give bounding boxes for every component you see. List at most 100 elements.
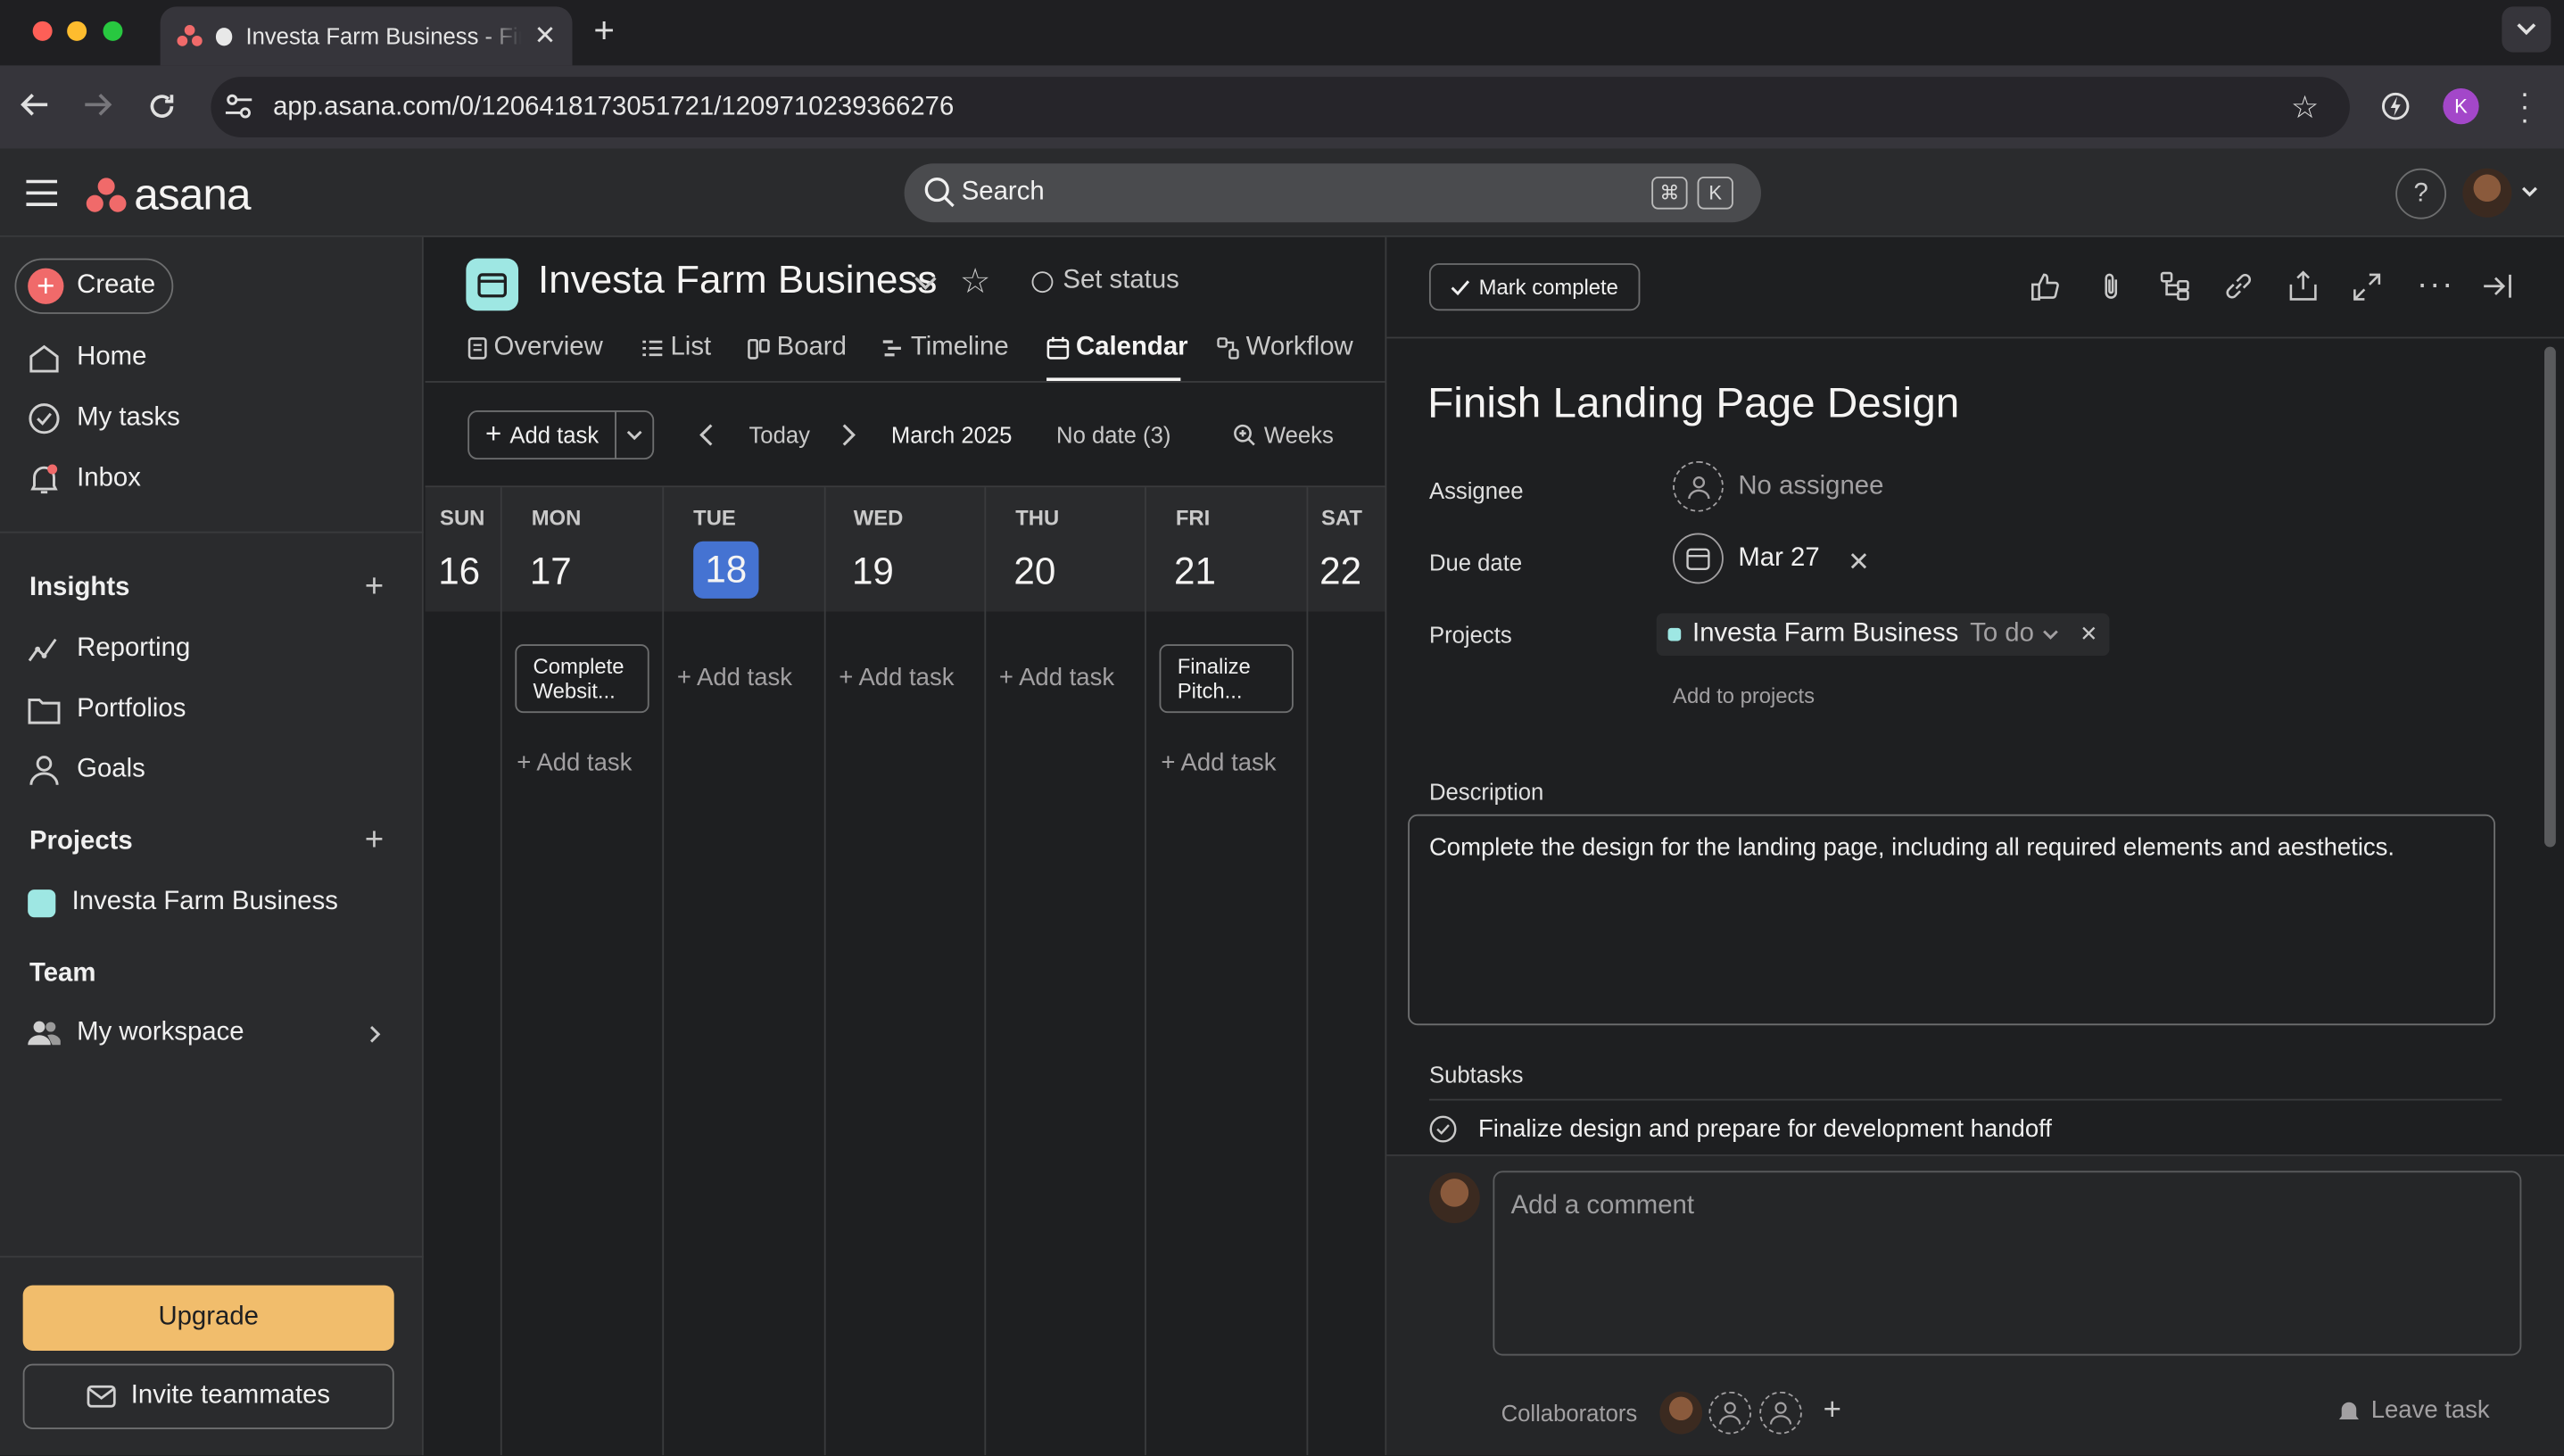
upgrade-button[interactable]: Upgrade: [22, 1285, 394, 1351]
link-icon[interactable]: [2224, 271, 2254, 301]
calendar-task-card[interactable]: Finalize Pitch...: [1159, 644, 1294, 714]
remove-project-icon[interactable]: ✕: [2080, 622, 2097, 648]
tab-workflow[interactable]: Workflow: [1217, 334, 1353, 363]
sidebar-item-my-workspace[interactable]: My workspace: [28, 1009, 244, 1058]
reload-icon[interactable]: [147, 92, 177, 121]
calendar-task-card[interactable]: Complete Websit...: [515, 644, 649, 714]
window-minimize-button[interactable]: [67, 21, 87, 41]
sidebar-item-portfolios[interactable]: Portfolios: [28, 685, 186, 734]
today-button[interactable]: Today: [749, 422, 809, 448]
add-task-link[interactable]: + Add task: [517, 749, 632, 776]
create-button[interactable]: + Create: [14, 258, 174, 314]
weeks-button[interactable]: Weeks: [1233, 422, 1334, 448]
leave-task-button[interactable]: Leave task: [2337, 1396, 2490, 1424]
sidebar-item-goals[interactable]: Goals: [28, 746, 145, 795]
tab-list[interactable]: List: [641, 334, 711, 363]
more-options-icon[interactable]: ···: [2417, 269, 2454, 302]
next-week-icon[interactable]: [842, 424, 856, 447]
global-search[interactable]: Search: [904, 163, 1762, 223]
empty-collaborator-icon[interactable]: [1708, 1391, 1752, 1435]
month-label[interactable]: March 2025: [891, 422, 1013, 448]
browser-tab[interactable]: Investa Farm Business - Fir ✕: [160, 6, 573, 66]
no-date-button[interactable]: No date (3): [1056, 422, 1170, 448]
task-title[interactable]: Finish Landing Page Design: [1427, 377, 1959, 428]
tab-board[interactable]: Board: [748, 334, 847, 363]
back-icon[interactable]: [20, 92, 49, 118]
add-to-projects-link[interactable]: Add to projects: [1673, 683, 1815, 707]
assignee-field[interactable]: No assignee: [1673, 460, 1884, 512]
attachment-icon[interactable]: [2099, 271, 2122, 301]
projects-heading[interactable]: Projects: [29, 827, 133, 856]
add-task-link[interactable]: + Add task: [999, 664, 1114, 691]
add-collaborator-icon[interactable]: +: [1824, 1394, 1841, 1429]
tab-timeline[interactable]: Timeline: [881, 334, 1009, 363]
section-dropdown[interactable]: To do: [1970, 620, 2058, 649]
add-task-button[interactable]: + Add task: [467, 410, 617, 460]
add-task-link[interactable]: + Add task: [1161, 749, 1276, 776]
previous-week-icon[interactable]: [699, 424, 713, 447]
project-icon[interactable]: [466, 258, 519, 311]
forward-icon[interactable]: [83, 92, 112, 118]
sidebar-item-home[interactable]: Home: [28, 334, 146, 383]
tab-label: Timeline: [910, 333, 1009, 362]
project-title[interactable]: Investa Farm Business: [538, 259, 937, 304]
new-tab-icon[interactable]: +: [593, 10, 615, 53]
tab-overview[interactable]: Overview: [467, 334, 603, 363]
insights-heading[interactable]: Insights: [29, 574, 129, 603]
asana-favicon-icon: [177, 24, 203, 47]
set-status-button[interactable]: Set status: [1031, 267, 1179, 296]
add-task-link[interactable]: + Add task: [839, 664, 954, 691]
panel-scrollbar[interactable]: [2543, 346, 2556, 848]
user-avatar[interactable]: [2462, 168, 2512, 218]
mark-complete-button[interactable]: Mark complete: [1428, 263, 1641, 311]
extension-icon[interactable]: [2381, 92, 2411, 121]
subtask-check-icon[interactable]: [1429, 1115, 1457, 1143]
add-project-icon[interactable]: +: [365, 823, 384, 860]
team-icon: [28, 1021, 61, 1046]
project-menu-chevron-icon[interactable]: [914, 277, 938, 291]
bookmark-star-icon[interactable]: ☆: [2291, 90, 2319, 128]
window-maximize-button[interactable]: [103, 21, 123, 41]
hamburger-menu-icon[interactable]: [26, 179, 58, 206]
project-pill[interactable]: Investa Farm Business To do ✕: [1656, 613, 2110, 656]
collaborator-avatar[interactable]: [1659, 1391, 1703, 1435]
account-chevron-down-icon[interactable]: [2521, 186, 2537, 198]
asana-logo-icon: [85, 177, 128, 214]
add-task-dropdown-button[interactable]: [615, 410, 655, 460]
sidebar-item-inbox[interactable]: Inbox: [28, 455, 141, 504]
description-field[interactable]: Complete the design for the landing page…: [1408, 814, 2496, 1026]
chevron-right-icon[interactable]: [369, 1025, 381, 1043]
reporting-icon: [28, 634, 61, 664]
window-close-button[interactable]: [32, 21, 53, 41]
comment-input[interactable]: Add a comment: [1493, 1171, 2522, 1356]
assignee-value: No assignee: [1738, 471, 1884, 500]
tab-close-icon[interactable]: ✕: [534, 20, 557, 53]
address-bar[interactable]: app.asana.com/0/1206418173051721/1209710…: [211, 77, 2350, 137]
due-date-field[interactable]: Mar 27: [1673, 533, 1820, 584]
browser-menu-icon[interactable]: · · ·: [2519, 79, 2529, 134]
tab-calendar[interactable]: Calendar: [1046, 334, 1188, 363]
sidebar-item-project[interactable]: Investa Farm Business: [28, 878, 338, 927]
close-panel-icon[interactable]: [2482, 273, 2511, 299]
asana-logo[interactable]: asana: [85, 170, 251, 221]
team-heading[interactable]: Team: [29, 960, 95, 989]
expand-icon[interactable]: [2353, 273, 2381, 301]
profile-avatar[interactable]: K: [2443, 87, 2479, 125]
sidebar-item-my-tasks[interactable]: My tasks: [28, 394, 180, 443]
subtask-icon[interactable]: [2160, 271, 2189, 301]
share-icon[interactable]: [2289, 269, 2317, 301]
add-task-link[interactable]: + Add task: [677, 664, 792, 691]
invite-teammates-button[interactable]: Invite teammates: [22, 1363, 394, 1429]
subtask-row[interactable]: Finalize design and prepare for developm…: [1429, 1115, 2052, 1143]
add-insight-icon[interactable]: +: [365, 569, 384, 607]
site-info-icon[interactable]: [224, 93, 253, 119]
like-icon[interactable]: [2031, 271, 2060, 301]
empty-collaborator-icon[interactable]: [1759, 1391, 1802, 1435]
project-tabs-divider: [425, 381, 1385, 383]
chevron-down-icon: [2042, 629, 2058, 639]
help-icon[interactable]: ?: [2395, 168, 2447, 219]
favorite-star-icon[interactable]: ☆: [960, 261, 991, 302]
tab-search-button[interactable]: [2502, 6, 2552, 53]
sidebar-item-reporting[interactable]: Reporting: [28, 625, 190, 674]
clear-due-date-icon[interactable]: ✕: [1848, 546, 1870, 579]
